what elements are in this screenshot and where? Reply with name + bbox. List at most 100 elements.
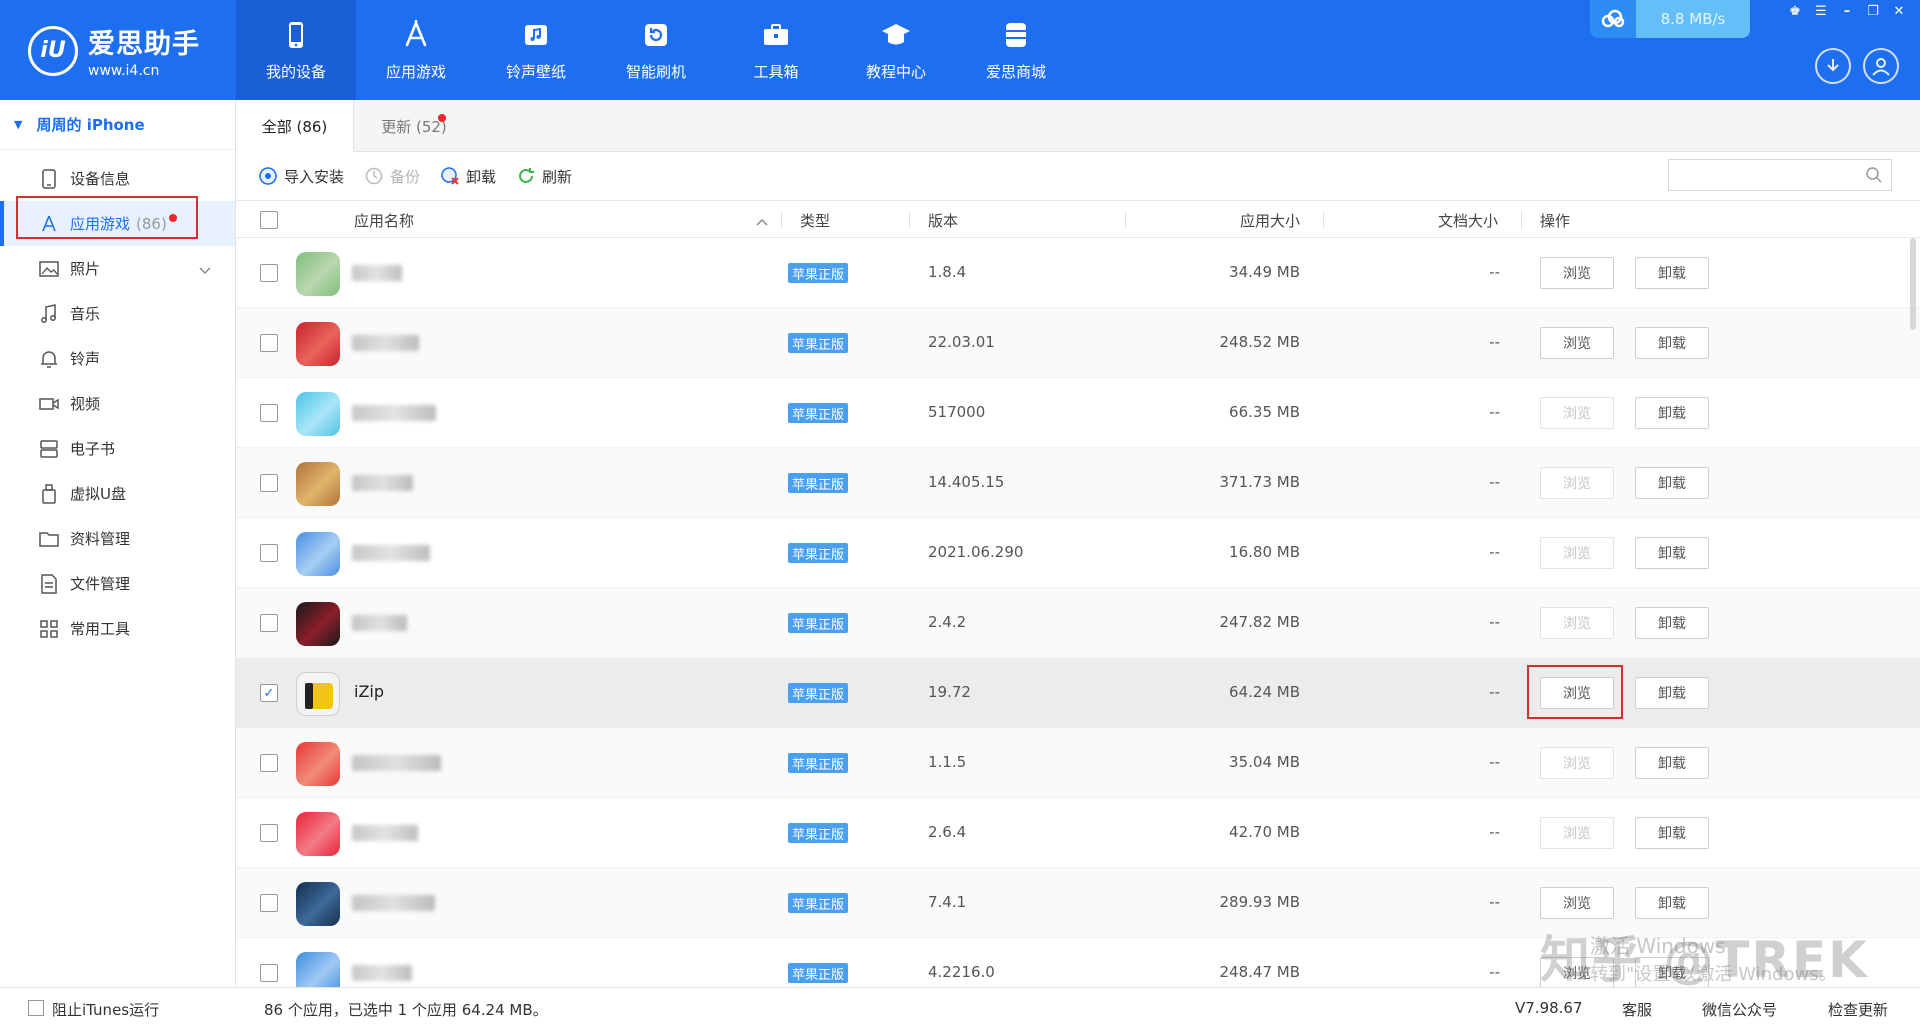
refresh-button[interactable]: 刷新 — [516, 166, 572, 187]
sidebar-item-device-info[interactable]: 设备信息 — [0, 156, 235, 201]
row-checkbox[interactable] — [260, 544, 278, 562]
browse-button[interactable]: 浏览 — [1540, 607, 1614, 639]
backup-button[interactable]: 备份 — [364, 166, 420, 187]
sidebar-item-photos[interactable]: 照片 — [0, 246, 235, 291]
phone-icon — [280, 19, 312, 51]
user-button[interactable] — [1863, 48, 1899, 84]
sidebar-item-ebooks[interactable]: 电子书 — [0, 426, 235, 471]
browse-button[interactable]: 浏览 — [1540, 537, 1614, 569]
nav-ringtones-wallpapers[interactable]: 铃声壁纸 — [476, 0, 596, 100]
device-header[interactable]: ▼ 周周的 iPhone — [0, 100, 235, 150]
table-row[interactable]: 苹果正版 517000 66.35 MB -- 浏览 卸载 — [236, 378, 1920, 448]
sidebar-item-music[interactable]: 音乐 — [0, 291, 235, 336]
browse-button[interactable]: 浏览 — [1540, 887, 1614, 919]
table-row[interactable]: 苹果正版 14.405.15 371.73 MB -- 浏览 卸载 — [236, 448, 1920, 518]
nav-my-device[interactable]: 我的设备 — [236, 0, 356, 100]
app-logo[interactable]: iU 爱思助手 www.i4.cn — [28, 22, 200, 79]
sidebar-item-file-management[interactable]: 文件管理 — [0, 561, 235, 606]
uninstall-button[interactable]: 卸载 — [1635, 257, 1709, 289]
column-app-name[interactable]: 应用名称 — [354, 201, 782, 239]
column-app-size[interactable]: 应用大小 — [1126, 201, 1324, 239]
uninstall-label: 卸载 — [466, 167, 497, 186]
close-icon[interactable]: ✕ — [1890, 2, 1908, 20]
uninstall-button[interactable]: 卸载 — [1635, 817, 1709, 849]
browse-button[interactable]: 浏览 — [1540, 747, 1614, 779]
wechat-link[interactable]: 微信公众号 — [1702, 999, 1777, 1020]
support-link[interactable]: 客服 — [1622, 999, 1652, 1020]
sidebar-item-common-tools[interactable]: 常用工具 — [0, 606, 235, 651]
app-version: 4.2216.0 — [928, 963, 995, 981]
check-update-link[interactable]: 检查更新 — [1828, 999, 1888, 1020]
uninstall-button[interactable]: 卸载 — [1635, 607, 1709, 639]
nav-toolbox[interactable]: 工具箱 — [716, 0, 836, 100]
minimize-icon[interactable]: – — [1838, 2, 1856, 20]
browse-button[interactable]: 浏览 — [1540, 677, 1614, 709]
download-button[interactable] — [1815, 48, 1851, 84]
table-row[interactable]: ✓ iZip 苹果正版 19.72 64.24 MB -- 浏览 卸载 — [236, 658, 1920, 728]
row-checkbox[interactable] — [260, 474, 278, 492]
row-checkbox[interactable] — [260, 404, 278, 422]
column-label: 应用名称 — [354, 211, 415, 230]
uninstall-button[interactable]: 卸载 — [1635, 887, 1709, 919]
column-version[interactable]: 版本 — [928, 201, 1126, 239]
uninstall-button[interactable]: 卸载 — [1635, 467, 1709, 499]
menu-icon[interactable]: ☰ — [1812, 2, 1830, 20]
uninstall-button[interactable]: 卸载 — [1635, 537, 1709, 569]
uninstall-toolbar-button[interactable]: 卸载 — [440, 166, 496, 187]
usb-drive-icon — [38, 483, 60, 505]
table-row[interactable]: 苹果正版 2.6.4 42.70 MB -- 浏览 卸载 — [236, 798, 1920, 868]
sidebar-item-data-management[interactable]: 资料管理 — [0, 516, 235, 561]
browse-button[interactable]: 浏览 — [1540, 397, 1614, 429]
tab-all[interactable]: 全部 (86) — [236, 100, 354, 152]
select-all-checkbox[interactable] — [260, 201, 278, 239]
uninstall-button[interactable]: 卸载 — [1635, 747, 1709, 779]
refresh-icon — [519, 168, 535, 183]
table-row[interactable]: 苹果正版 1.1.5 35.04 MB -- 浏览 卸载 — [236, 728, 1920, 798]
speed-indicator[interactable]: 8.8 MB/s — [1590, 0, 1750, 38]
import-install-button[interactable]: 导入安装 — [258, 166, 344, 187]
app-name-blurred — [352, 615, 407, 631]
uninstall-button[interactable]: 卸载 — [1635, 397, 1709, 429]
sidebar-item-apps-games[interactable]: 应用游戏 (86) — [0, 201, 235, 246]
restore-icon[interactable]: ❐ — [1864, 2, 1882, 20]
uninstall-button[interactable]: 卸载 — [1635, 327, 1709, 359]
nav-label: 教程中心 — [865, 62, 926, 81]
app-size: 247.82 MB — [1219, 613, 1301, 631]
backup-label: 备份 — [390, 167, 421, 186]
browse-button[interactable]: 浏览 — [1540, 817, 1614, 849]
row-checkbox[interactable] — [260, 264, 278, 282]
row-checkbox[interactable]: ✓ — [260, 684, 278, 702]
chevron-down-icon[interactable] — [199, 261, 211, 279]
column-doc-size[interactable]: 文档大小 — [1324, 201, 1522, 239]
sidebar-item-video[interactable]: 视频 — [0, 381, 235, 426]
sidebar-item-virtual-usb[interactable]: 虚拟U盘 — [0, 471, 235, 516]
table-row[interactable]: 苹果正版 1.8.4 34.49 MB -- 浏览 卸载 — [236, 238, 1920, 308]
nav-tutorial-center[interactable]: 教程中心 — [836, 0, 956, 100]
scrollbar-thumb[interactable] — [1910, 238, 1916, 330]
nav-smart-flash[interactable]: 智能刷机 — [596, 0, 716, 100]
sidebar-item-ringtones[interactable]: 铃声 — [0, 336, 235, 381]
tab-updates[interactable]: 更新 (52) — [354, 100, 474, 152]
nav-store[interactable]: 爱思商城 — [956, 0, 1076, 100]
browse-button[interactable]: 浏览 — [1540, 467, 1614, 499]
row-checkbox[interactable] — [260, 824, 278, 842]
search-input[interactable] — [1668, 159, 1892, 191]
row-checkbox[interactable] — [260, 614, 278, 632]
browse-button[interactable]: 浏览 — [1540, 257, 1614, 289]
uninstall-button[interactable]: 卸载 — [1635, 677, 1709, 709]
column-type[interactable]: 类型 — [800, 201, 910, 239]
nav-apps-games[interactable]: 应用游戏 — [356, 0, 476, 100]
table-row[interactable]: 苹果正版 2.4.2 247.82 MB -- 浏览 卸载 — [236, 588, 1920, 658]
table-row[interactable]: 苹果正版 2021.06.290 16.80 MB -- 浏览 卸载 — [236, 518, 1920, 588]
row-checkbox[interactable] — [260, 894, 278, 912]
table-row[interactable]: 苹果正版 22.03.01 248.52 MB -- 浏览 卸载 — [236, 308, 1920, 378]
sidebar-item-label: 视频 — [70, 395, 101, 413]
search-icon[interactable] — [1865, 166, 1883, 188]
main-nav: 我的设备 应用游戏 铃声壁纸 智能刷机 工具箱 教程中心 爱思商城 — [236, 0, 1076, 100]
browse-button[interactable]: 浏览 — [1540, 327, 1614, 359]
skin-icon[interactable]: ♚ — [1786, 2, 1804, 20]
row-checkbox[interactable] — [260, 334, 278, 352]
row-checkbox[interactable] — [260, 964, 278, 982]
block-itunes-checkbox[interactable] — [28, 1000, 44, 1016]
row-checkbox[interactable] — [260, 754, 278, 772]
